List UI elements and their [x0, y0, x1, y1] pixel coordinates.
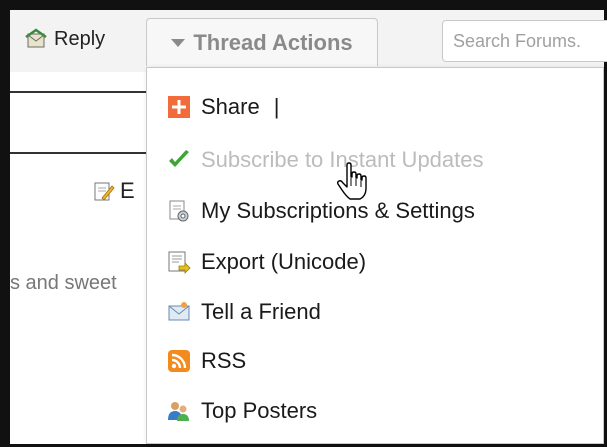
thread-actions-button[interactable]: Thread Actions: [146, 18, 378, 66]
reply-label: Reply: [54, 27, 106, 50]
menu-item-label: Top Posters: [201, 398, 318, 423]
edit-label-fragment: E: [120, 178, 135, 203]
top-posters-icon: [167, 399, 191, 423]
envelope-icon: [167, 300, 191, 324]
menu-item-export[interactable]: Export (Unicode): [167, 245, 366, 279]
caret-down-icon: [171, 38, 186, 47]
hand-pointer-icon: [336, 162, 367, 200]
divider-line: [10, 152, 146, 154]
reply-icon: [24, 27, 48, 51]
rss-icon: [167, 349, 191, 373]
menu-item-label: RSS: [201, 348, 247, 373]
export-icon: [167, 250, 191, 274]
menu-item-tell-a-friend[interactable]: Tell a Friend: [167, 295, 321, 329]
menu-item-label: Share: [201, 94, 260, 119]
menu-item-label: Tell a Friend: [201, 299, 321, 324]
reply-button[interactable]: Reply: [24, 24, 105, 54]
menu-item-label: Export (Unicode): [201, 249, 367, 274]
post-text-fragment: s and sweet: [10, 272, 117, 294]
menu-item-share[interactable]: Share |: [167, 90, 279, 124]
edit-icon: [92, 179, 116, 203]
divider-line: [10, 91, 146, 93]
search-forums-input[interactable]: [442, 20, 607, 62]
menu-item-rss[interactable]: RSS: [167, 344, 246, 378]
thread-actions-label: Thread Actions: [193, 29, 353, 55]
checkmark-icon: [167, 148, 191, 172]
menu-item-top-posters[interactable]: Top Posters: [167, 394, 317, 428]
menu-item-my-subscriptions[interactable]: My Subscriptions & Settings: [167, 194, 475, 228]
edit-link[interactable]: E: [92, 178, 135, 204]
menu-item-subscribe[interactable]: Subscribe to Instant Updates: [167, 143, 484, 177]
share-separator: |: [273, 94, 280, 119]
subscriptions-settings-icon: [167, 199, 191, 223]
share-plus-icon: [167, 95, 191, 119]
thread-toolbar: Reply Thread Actions: [10, 10, 607, 72]
thread-actions-menu: Share | Subscribe to Instant Updates My …: [146, 67, 604, 444]
